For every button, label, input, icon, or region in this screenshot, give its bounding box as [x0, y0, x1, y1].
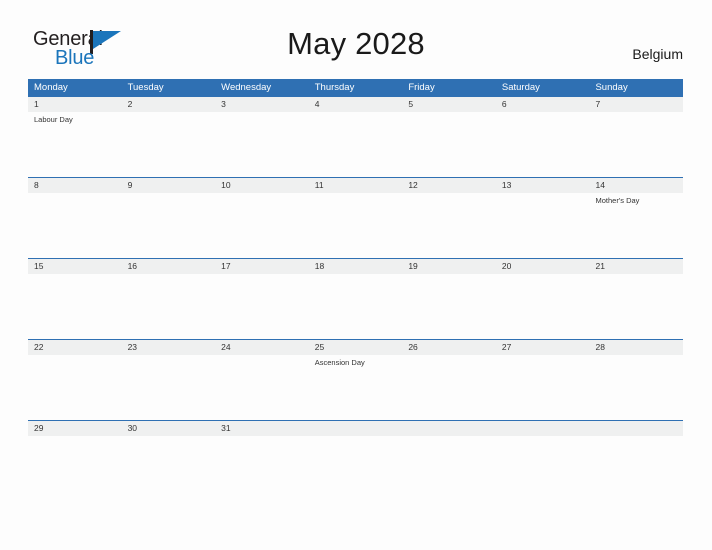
day-number-21[interactable]: 21	[589, 259, 683, 274]
day-number-18[interactable]: 18	[309, 259, 403, 274]
day-cell[interactable]: Labour Day	[28, 112, 122, 177]
week-event-band: Ascension Day	[28, 355, 683, 420]
day-number-2[interactable]: 2	[122, 97, 216, 112]
calendar-page: General Blue May 2028 Belgium Monday Tues…	[0, 0, 712, 550]
day-cell[interactable]	[402, 274, 496, 339]
weekday-header-sunday: Sunday	[595, 82, 628, 93]
week-date-band: 22 23 24 25 26 27 28	[28, 339, 683, 355]
day-cell[interactable]	[122, 355, 216, 420]
calendar-event: Mother's Day	[595, 196, 640, 205]
calendar-week-row: 29 30 31	[28, 420, 683, 501]
day-cell[interactable]	[589, 436, 683, 501]
calendar-week-row: 22 23 24 25 26 27 28 Ascension Day	[28, 339, 683, 420]
week-event-band	[28, 436, 683, 501]
day-cell[interactable]	[309, 112, 403, 177]
day-cell[interactable]	[215, 436, 309, 501]
day-number-26[interactable]: 26	[402, 340, 496, 355]
calendar-grid: Monday Tuesday Wednesday Thursday Friday Satu…	[28, 79, 683, 501]
day-cell[interactable]	[402, 436, 496, 501]
day-cell[interactable]	[122, 436, 216, 501]
day-number-23[interactable]: 23	[122, 340, 216, 355]
day-number-27[interactable]: 27	[496, 340, 590, 355]
calendar-week-row: 15 16 17 18 19 20 21	[28, 258, 683, 339]
week-event-band: Mother's Day	[28, 193, 683, 258]
day-number-4[interactable]: 4	[309, 97, 403, 112]
day-cell[interactable]	[28, 355, 122, 420]
week-date-band: 29 30 31	[28, 420, 683, 436]
page-header: General Blue May 2028 Belgium	[0, 0, 712, 76]
day-cell[interactable]	[309, 193, 403, 258]
day-cell[interactable]	[496, 274, 590, 339]
week-date-band: 15 16 17 18 19 20 21	[28, 258, 683, 274]
day-number-28[interactable]: 28	[589, 340, 683, 355]
day-cell[interactable]	[589, 355, 683, 420]
day-number-11[interactable]: 11	[309, 178, 403, 193]
day-number-15[interactable]: 15	[28, 259, 122, 274]
week-event-band	[28, 274, 683, 339]
weekday-header-row: Monday Tuesday Wednesday Thursday Friday Satu…	[28, 79, 683, 96]
day-cell[interactable]	[122, 112, 216, 177]
day-number-8[interactable]: 8	[28, 178, 122, 193]
day-cell[interactable]	[402, 112, 496, 177]
day-number-5[interactable]: 5	[402, 97, 496, 112]
day-number-17[interactable]: 17	[215, 259, 309, 274]
day-cell[interactable]	[215, 355, 309, 420]
day-cell[interactable]	[402, 355, 496, 420]
weekday-header-friday: Friday	[408, 82, 435, 93]
day-number-16[interactable]: 16	[122, 259, 216, 274]
day-cell[interactable]	[309, 274, 403, 339]
day-cell[interactable]	[496, 193, 590, 258]
day-number-30[interactable]: 30	[122, 421, 216, 436]
day-cell[interactable]	[122, 193, 216, 258]
day-cell[interactable]	[589, 112, 683, 177]
day-cell[interactable]	[496, 355, 590, 420]
day-cell[interactable]	[28, 436, 122, 501]
calendar-weeks: 1 2 3 4 5 6 7 Labour Day 8 9 10 11 12 13 14 Mother's Da…	[28, 96, 683, 501]
week-date-band: 1234567	[28, 96, 683, 112]
day-cell[interactable]	[28, 193, 122, 258]
day-cell[interactable]	[215, 112, 309, 177]
day-number-19[interactable]: 19	[402, 259, 496, 274]
country-label: Belgium	[632, 46, 683, 62]
weekday-header-monday: Monday	[34, 82, 68, 93]
day-number-12[interactable]: 12	[402, 178, 496, 193]
day-number-13[interactable]: 13	[496, 178, 590, 193]
weekday-header-wednesday: Wednesday	[221, 82, 272, 93]
day-cell[interactable]	[402, 193, 496, 258]
weekday-header-saturday: Saturday	[501, 82, 540, 93]
day-cell[interactable]	[309, 436, 403, 501]
day-number-9[interactable]: 9	[122, 178, 216, 193]
day-cell[interactable]	[496, 112, 590, 177]
day-number-3[interactable]: 3	[215, 97, 309, 112]
weekday-header-thursday: Thursday	[314, 82, 355, 93]
day-cell[interactable]	[215, 193, 309, 258]
day-number-25[interactable]: 25	[309, 340, 403, 355]
day-number-7[interactable]: 7	[589, 97, 683, 112]
day-cell[interactable]: Ascension Day	[309, 355, 403, 420]
day-cell[interactable]	[589, 274, 683, 339]
day-number-24[interactable]: 24	[215, 340, 309, 355]
calendar-week-row: 8 9 10 11 12 13 14 Mother's Day	[28, 177, 683, 258]
day-number-29[interactable]: 29	[28, 421, 122, 436]
calendar-event: Ascension Day	[314, 358, 365, 367]
weekday-header-tuesday: Tuesday	[127, 82, 164, 93]
page-title: May 2028	[287, 26, 425, 61]
day-number-6[interactable]: 6	[496, 97, 590, 112]
calendar-event: Labour Day	[34, 115, 73, 124]
day-cell[interactable]	[28, 274, 122, 339]
week-event-band: Labour Day	[28, 112, 683, 177]
day-cell[interactable]	[122, 274, 216, 339]
day-number-10[interactable]: 10	[215, 178, 309, 193]
day-cell[interactable]	[496, 436, 590, 501]
day-number-1[interactable]: 1	[28, 97, 122, 112]
day-number-20[interactable]: 20	[496, 259, 590, 274]
week-date-band: 8 9 10 11 12 13 14	[28, 177, 683, 193]
day-cell[interactable]: Mother's Day	[589, 193, 683, 258]
calendar-week-row: 1 2 3 4 5 6 7 Labour Day	[28, 96, 683, 177]
day-number-31[interactable]: 31	[215, 421, 309, 436]
day-number-14[interactable]: 14	[589, 178, 683, 193]
day-number-22[interactable]: 22	[28, 340, 122, 355]
day-cell[interactable]	[215, 274, 309, 339]
